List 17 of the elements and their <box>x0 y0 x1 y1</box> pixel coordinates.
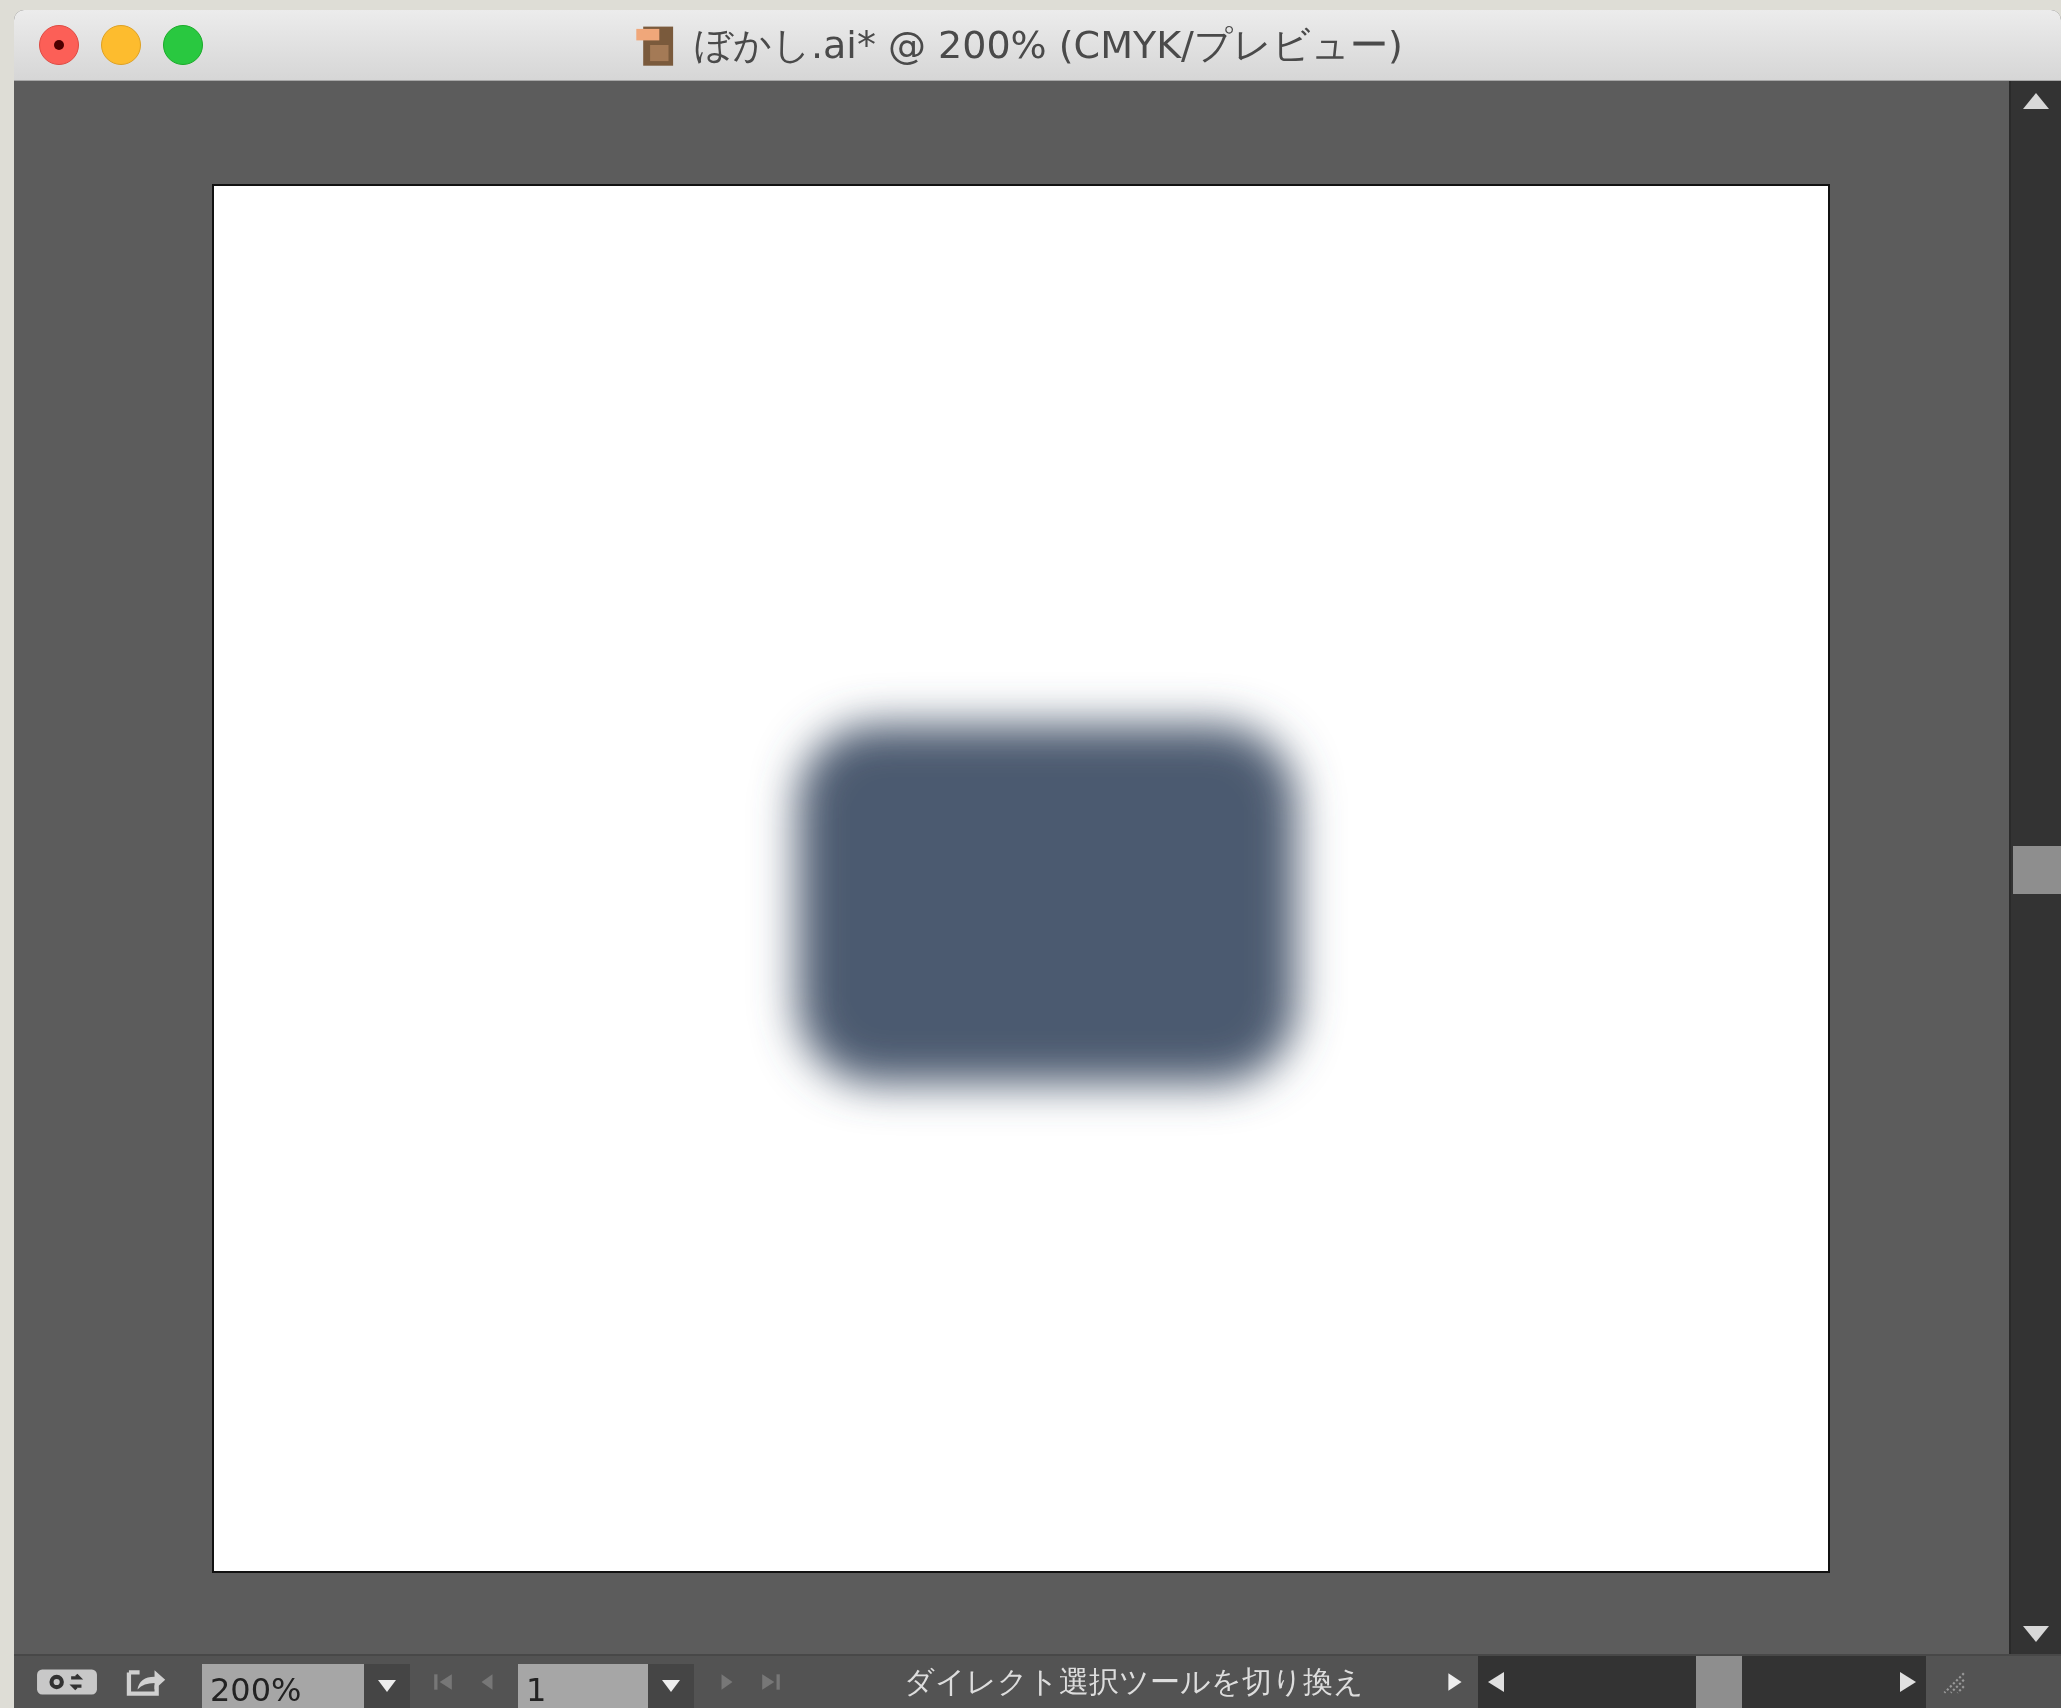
page-field[interactable]: 1 <box>518 1664 648 1708</box>
status-text: ダイレクト選択ツールを切り換え <box>903 1662 1365 1701</box>
scroll-down-icon[interactable] <box>2021 1624 2051 1644</box>
zoom-field[interactable]: 200% <box>202 1664 364 1708</box>
window-title: ぼかし.ai* @ 200% (CMYK/プレビュー) <box>694 21 1403 69</box>
horizontal-scrollbar[interactable] <box>1478 1656 1926 1708</box>
scroll-right-icon[interactable] <box>1898 1670 1918 1694</box>
caret-icon <box>661 1679 681 1693</box>
zoom-dropdown-button[interactable] <box>364 1664 410 1708</box>
vertical-scrollbar[interactable] <box>2009 81 2061 1654</box>
scroll-left-icon[interactable] <box>1486 1670 1506 1694</box>
scroll-up-icon[interactable] <box>2021 91 2051 111</box>
scroll-thumb[interactable] <box>1696 1656 1742 1708</box>
caret-icon <box>377 1679 397 1693</box>
page-dropdown-button[interactable] <box>648 1664 694 1708</box>
scroll-thumb[interactable] <box>2013 846 2061 894</box>
close-button[interactable] <box>39 25 79 65</box>
